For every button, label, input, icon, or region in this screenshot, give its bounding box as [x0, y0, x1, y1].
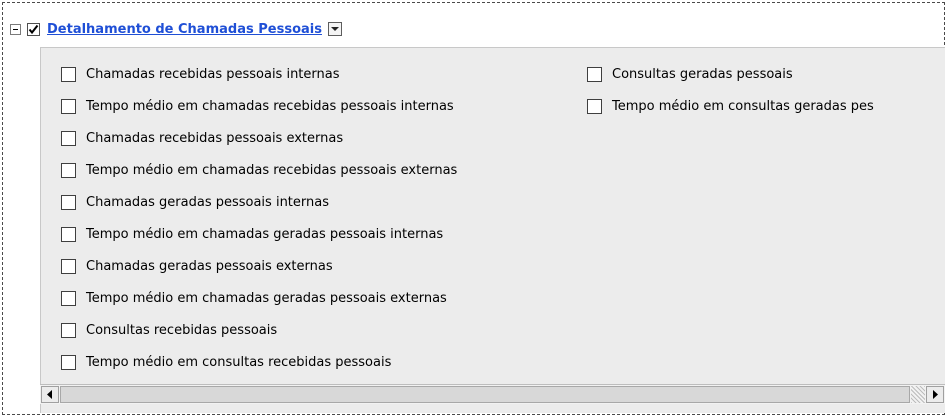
option-label: Tempo médio em chamadas recebidas pessoa…: [86, 98, 454, 114]
option-label: Tempo médio em chamadas geradas pessoais…: [86, 290, 447, 306]
checkmark-icon: [28, 24, 39, 34]
option-label: Tempo médio em chamadas recebidas pessoa…: [86, 162, 458, 178]
option-row[interactable]: Tempo médio em chamadas recebidas pessoa…: [61, 97, 454, 115]
option-row[interactable]: Tempo médio em chamadas geradas pessoais…: [61, 289, 447, 307]
option-label: Consultas geradas pessoais: [612, 66, 793, 82]
dropdown-button[interactable]: [327, 22, 342, 36]
option-label: Consultas recebidas pessoais: [86, 322, 278, 338]
arrow-left-icon: [47, 390, 52, 399]
option-checkbox[interactable]: [61, 66, 76, 82]
option-checkbox[interactable]: [61, 98, 76, 114]
option-row[interactable]: Chamadas geradas pessoais internas: [61, 193, 329, 211]
option-checkbox[interactable]: [587, 98, 602, 114]
scroll-thumb[interactable]: [60, 386, 910, 403]
option-label: Tempo médio em consultas recebidas pesso…: [86, 354, 392, 370]
option-row[interactable]: Tempo médio em chamadas recebidas pessoa…: [61, 161, 457, 179]
section-checkbox[interactable]: [27, 22, 40, 36]
option-label: Chamadas recebidas pessoais internas: [86, 66, 340, 82]
option-row[interactable]: Consultas geradas pessoais: [587, 65, 793, 83]
option-checkbox[interactable]: [61, 130, 76, 146]
option-row[interactable]: Tempo médio em chamadas geradas pessoais…: [61, 225, 443, 243]
option-checkbox[interactable]: [61, 194, 76, 210]
option-checkbox[interactable]: [61, 226, 76, 242]
option-row[interactable]: Chamadas recebidas pessoais internas: [61, 65, 340, 83]
option-checkbox[interactable]: [61, 322, 76, 338]
chevron-down-icon: [330, 27, 339, 31]
scroll-right-button[interactable]: [926, 386, 944, 403]
option-label: Chamadas recebidas pessoais externas: [86, 130, 344, 146]
option-checkbox[interactable]: [61, 290, 76, 306]
option-label: Tempo médio em consultas geradas pes: [612, 98, 874, 114]
option-label: Chamadas geradas pessoais externas: [86, 258, 333, 274]
option-row[interactable]: Tempo médio em consultas recebidas pesso…: [61, 353, 391, 371]
option-checkbox[interactable]: [61, 258, 76, 274]
options-panel: Chamadas recebidas pessoais internas Tem…: [40, 47, 945, 413]
section-header: Detalhamento de Chamadas Pessoais: [10, 19, 342, 39]
section-title-link[interactable]: Detalhamento de Chamadas Pessoais: [47, 22, 322, 37]
option-row[interactable]: Chamadas recebidas pessoais externas: [61, 129, 343, 147]
option-row[interactable]: Consultas recebidas pessoais: [61, 321, 277, 339]
collapse-icon[interactable]: [10, 23, 21, 35]
horizontal-scrollbar[interactable]: [40, 384, 945, 404]
option-checkbox[interactable]: [587, 66, 602, 82]
arrow-right-icon: [933, 390, 938, 399]
option-label: Chamadas geradas pessoais internas: [86, 194, 329, 210]
option-label: Tempo médio em chamadas geradas pessoais…: [86, 226, 444, 242]
option-checkbox[interactable]: [61, 162, 76, 178]
scroll-track[interactable]: [911, 386, 925, 403]
option-row[interactable]: Tempo médio em consultas geradas pes: [587, 97, 874, 115]
option-row[interactable]: Chamadas geradas pessoais externas: [61, 257, 333, 275]
scroll-left-button[interactable]: [41, 386, 59, 403]
option-checkbox[interactable]: [61, 354, 76, 370]
